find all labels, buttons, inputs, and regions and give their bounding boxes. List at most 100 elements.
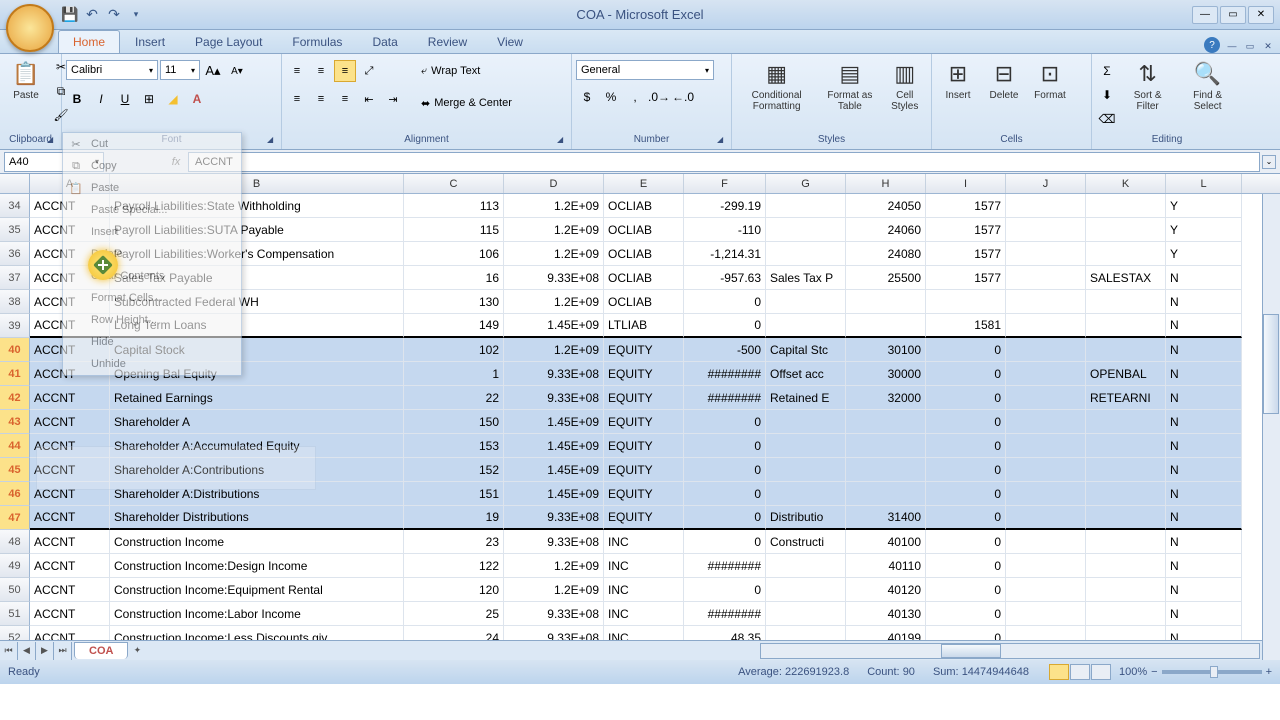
cell[interactable]: Y <box>1166 194 1242 218</box>
cell[interactable] <box>766 242 846 266</box>
cell[interactable] <box>846 458 926 482</box>
cell[interactable]: EQUITY <box>604 434 684 458</box>
cell[interactable] <box>1086 458 1166 482</box>
cell[interactable]: EQUITY <box>604 338 684 362</box>
cell[interactable]: EQUITY <box>604 386 684 410</box>
hscroll-thumb[interactable] <box>941 644 1001 658</box>
cell[interactable] <box>1006 434 1086 458</box>
cell[interactable]: 1.45E+09 <box>504 410 604 434</box>
column-header-F[interactable]: F <box>684 174 766 193</box>
cell[interactable]: Sales Tax P <box>766 266 846 290</box>
cell[interactable]: 9.33E+08 <box>504 530 604 554</box>
cell[interactable]: 0 <box>926 578 1006 602</box>
column-header-C[interactable]: C <box>404 174 504 193</box>
cell[interactable]: 1.45E+09 <box>504 458 604 482</box>
formula-expand-icon[interactable]: ⌄ <box>1262 155 1276 169</box>
cell[interactable]: Shareholder Distributions <box>110 506 404 530</box>
cell[interactable] <box>1006 458 1086 482</box>
cell[interactable]: -299.19 <box>684 194 766 218</box>
row-header[interactable]: 52 <box>0 626 30 640</box>
shrink-font-icon[interactable]: A▾ <box>226 60 248 82</box>
cell[interactable]: N <box>1166 578 1242 602</box>
table-row[interactable]: 49ACCNTConstruction Income:Design Income… <box>0 554 1280 578</box>
cell-styles-button[interactable]: ▥Cell Styles <box>882 56 927 114</box>
cell[interactable]: 40110 <box>846 554 926 578</box>
cell[interactable]: N <box>1166 386 1242 410</box>
orientation-icon[interactable]: ⤢ <box>358 60 380 82</box>
cell[interactable]: -500 <box>684 338 766 362</box>
underline-button[interactable]: U <box>114 88 136 110</box>
row-header[interactable]: 35 <box>0 218 30 242</box>
cell[interactable]: 130 <box>404 290 504 314</box>
cell[interactable]: -1,214.31 <box>684 242 766 266</box>
row-header[interactable]: 40 <box>0 338 30 362</box>
cell[interactable] <box>766 554 846 578</box>
workbook-close-icon[interactable]: ✕ <box>1260 39 1276 53</box>
cell[interactable]: OCLIAB <box>604 218 684 242</box>
cell[interactable] <box>766 194 846 218</box>
cell[interactable] <box>846 314 926 338</box>
zoom-slider[interactable] <box>1162 670 1262 674</box>
cell[interactable]: 0 <box>684 434 766 458</box>
sheet-nav-prev-icon[interactable]: ◀ <box>18 642 36 660</box>
column-header-J[interactable]: J <box>1006 174 1086 193</box>
cell[interactable] <box>1006 314 1086 338</box>
cell[interactable]: EQUITY <box>604 410 684 434</box>
decrease-decimal-icon[interactable]: ←.0 <box>672 86 694 108</box>
cell[interactable]: 0 <box>684 578 766 602</box>
row-header[interactable]: 46 <box>0 482 30 506</box>
font-name-select[interactable]: Calibri▾ <box>66 60 158 80</box>
cell[interactable]: N <box>1166 626 1242 640</box>
cell[interactable] <box>1006 578 1086 602</box>
cell[interactable] <box>1086 338 1166 362</box>
cell[interactable]: EQUITY <box>604 506 684 530</box>
cell[interactable]: N <box>1166 434 1242 458</box>
cell[interactable] <box>766 482 846 506</box>
cell[interactable]: OCLIAB <box>604 194 684 218</box>
cell[interactable]: 0 <box>926 602 1006 626</box>
cell[interactable]: 9.33E+08 <box>504 626 604 640</box>
cell[interactable]: 0 <box>926 410 1006 434</box>
mini-toolbar[interactable] <box>36 446 316 490</box>
cell[interactable]: 1577 <box>926 218 1006 242</box>
fill-color-icon[interactable]: ◢ <box>162 88 184 110</box>
cell[interactable] <box>1006 242 1086 266</box>
cell[interactable] <box>926 290 1006 314</box>
tab-formulas[interactable]: Formulas <box>277 30 357 53</box>
comma-icon[interactable]: , <box>624 86 646 108</box>
cell[interactable]: ######## <box>684 386 766 410</box>
context-menu-item[interactable]: Format Cells... <box>63 287 241 309</box>
align-left-icon[interactable]: ≡ <box>286 88 308 110</box>
cell[interactable]: N <box>1166 506 1242 530</box>
cell[interactable]: 1.2E+09 <box>504 578 604 602</box>
align-center-icon[interactable]: ≡ <box>310 88 332 110</box>
format-cells-button[interactable]: ⊡Format <box>1028 56 1072 103</box>
cell[interactable]: Construction Income <box>110 530 404 554</box>
cell[interactable]: 102 <box>404 338 504 362</box>
page-layout-view-button[interactable] <box>1070 664 1090 680</box>
row-header[interactable]: 43 <box>0 410 30 434</box>
cell[interactable]: Offset acc <box>766 362 846 386</box>
cell[interactable]: 9.33E+08 <box>504 362 604 386</box>
cell[interactable]: 22 <box>404 386 504 410</box>
cell[interactable]: 1.2E+09 <box>504 554 604 578</box>
cell[interactable]: ACCNT <box>30 386 110 410</box>
cell[interactable]: N <box>1166 482 1242 506</box>
cell[interactable]: -957.63 <box>684 266 766 290</box>
cell[interactable]: 0 <box>926 434 1006 458</box>
cell[interactable]: 150 <box>404 410 504 434</box>
column-header-K[interactable]: K <box>1086 174 1166 193</box>
cell[interactable]: Distributio <box>766 506 846 530</box>
cell[interactable]: 24050 <box>846 194 926 218</box>
cell[interactable] <box>846 290 926 314</box>
sheet-nav-first-icon[interactable]: ⏮ <box>0 642 18 660</box>
cell[interactable]: INC <box>604 554 684 578</box>
cell[interactable] <box>1086 434 1166 458</box>
table-row[interactable]: 52ACCNTConstruction Income:Less Discount… <box>0 626 1280 640</box>
cell[interactable]: 106 <box>404 242 504 266</box>
cell[interactable]: INC <box>604 626 684 640</box>
cell[interactable]: ACCNT <box>30 626 110 640</box>
cell[interactable]: OPENBAL <box>1086 362 1166 386</box>
accounting-icon[interactable]: $ <box>576 86 598 108</box>
cell[interactable]: 1581 <box>926 314 1006 338</box>
